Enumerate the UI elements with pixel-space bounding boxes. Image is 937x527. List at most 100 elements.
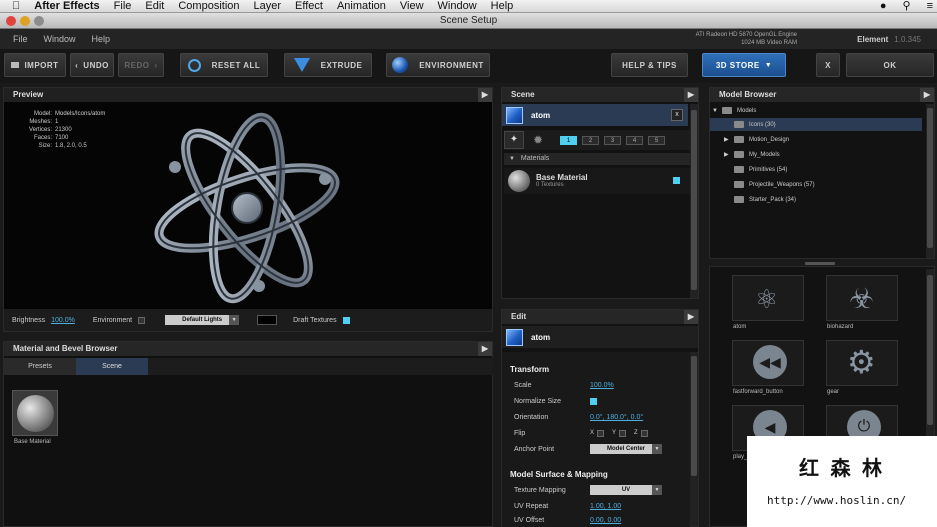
scale-label: Scale: [514, 381, 532, 389]
scene-menu-arrow-icon[interactable]: ▶: [684, 88, 698, 102]
cube-icon: [506, 328, 523, 346]
material-sphere-icon: [508, 170, 530, 192]
preview-panel: Preview ▶ Model: Models/Icons/atom Meshes…: [3, 87, 493, 332]
list-icon[interactable]: ≡: [927, 0, 933, 13]
tab-presets[interactable]: Presets: [4, 358, 76, 375]
edit-menu-arrow-icon[interactable]: ▶: [684, 310, 698, 324]
anchor-dropdown[interactable]: Model Center ▼: [590, 444, 662, 454]
tree-icons[interactable]: Icons (30): [710, 118, 922, 131]
thumb-fastforward-label: fastforward_button: [733, 389, 783, 395]
uv-offset-value[interactable]: 0.00, 0.00: [590, 517, 621, 524]
draft-textures-checkbox[interactable]: [342, 316, 350, 324]
model-browser-menu-arrow-icon[interactable]: ▶: [920, 88, 934, 102]
thumb-fastforward[interactable]: ◀◀: [732, 340, 804, 386]
tree-my-models[interactable]: ▶ My_Models: [712, 148, 780, 161]
thumbnails-scroll-thumb[interactable]: [927, 275, 933, 425]
info-meshes-key: Meshes:: [29, 119, 52, 125]
extrude-button[interactable]: EXTRUDE: [284, 53, 372, 77]
plugin-menu-window[interactable]: Window: [44, 34, 76, 44]
flip-x-checkbox[interactable]: [597, 429, 605, 437]
tree-motion-design[interactable]: ▶ Motion_Design: [712, 133, 789, 146]
ok-button[interactable]: OK: [846, 53, 934, 77]
scene-object-row[interactable]: atom x: [502, 104, 688, 126]
flip-z-label: Z: [634, 430, 638, 436]
group-4-button[interactable]: 4: [626, 135, 643, 145]
menu-edit[interactable]: Edit: [145, 0, 164, 13]
group-1-button[interactable]: 1: [560, 135, 577, 145]
scene-header: Scene ▶: [502, 88, 698, 102]
thumb-atom[interactable]: ⚛: [732, 275, 804, 321]
menu-composition[interactable]: Composition: [178, 0, 239, 13]
chevron-down-icon: ▼: [652, 444, 662, 454]
orientation-value[interactable]: 0.0°, 180.0°, 0.0°: [590, 414, 643, 421]
material-row[interactable]: Base Material 0 Textures: [504, 168, 690, 194]
uv-repeat-value[interactable]: 1.00, 1.00: [590, 503, 621, 510]
help-tips-button[interactable]: HELP & TIPS: [611, 53, 688, 77]
flip-y-checkbox[interactable]: [619, 429, 627, 437]
flip-z-checkbox[interactable]: [640, 429, 648, 437]
plugin-menu-help[interactable]: Help: [92, 34, 111, 44]
scene-object-name: atom: [531, 110, 551, 120]
material-thumb[interactable]: [12, 390, 58, 436]
3d-store-button[interactable]: 3D STORE ▼: [702, 53, 786, 77]
extrude-label: EXTRUDE: [320, 60, 363, 70]
close-button[interactable]: X: [816, 53, 840, 77]
menu-effect[interactable]: Effect: [295, 0, 323, 13]
group-2-button[interactable]: 2: [582, 135, 599, 145]
group-5-button[interactable]: 5: [648, 135, 665, 145]
model-tree-scrollbar[interactable]: [926, 104, 934, 258]
scene-scroll-thumb[interactable]: [691, 110, 697, 290]
delete-object-icon[interactable]: x: [671, 109, 683, 121]
thumb-gear[interactable]: ⚙: [826, 340, 898, 386]
anchor-value: Model Center: [606, 446, 645, 452]
menu-layer[interactable]: Layer: [254, 0, 282, 13]
material-browser-menu-arrow-icon[interactable]: ▶: [478, 342, 492, 356]
normalize-checkbox[interactable]: [590, 397, 597, 405]
edit-scroll-thumb[interactable]: [691, 356, 697, 476]
tree-starter-pack[interactable]: Starter_Pack (34): [712, 193, 796, 206]
tree-models[interactable]: ▼ Models: [712, 104, 756, 117]
thumb-biohazard[interactable]: ☣: [826, 275, 898, 321]
minimize-window-icon[interactable]: [20, 16, 30, 26]
scene-scrollbar[interactable]: [690, 104, 698, 298]
plugin-menu-file[interactable]: File: [13, 34, 28, 44]
atom-model-render[interactable]: [147, 106, 347, 306]
atom-icon: ⚛: [755, 284, 779, 314]
edit-scrollbar[interactable]: [690, 352, 698, 526]
lights-dropdown[interactable]: Default Lights ▼: [165, 315, 240, 325]
gpu-info: ATI Radeon HD 5870 OpenGL Engine 1024 MB…: [696, 31, 797, 47]
tree-projectile-weapons[interactable]: Projectile_Weapons (57): [712, 178, 815, 191]
scale-value[interactable]: 100.0%: [590, 382, 614, 389]
reset-all-button[interactable]: RESET ALL: [180, 53, 268, 77]
menu-file[interactable]: File: [114, 0, 132, 13]
close-window-icon[interactable]: [6, 16, 16, 26]
redo-button[interactable]: REDO ›: [118, 53, 164, 77]
materials-section-header[interactable]: ▼ Materials: [504, 153, 690, 165]
splitter-handle[interactable]: [805, 262, 835, 265]
texture-mapping-value: UV: [621, 487, 631, 493]
material-visibility-checkbox[interactable]: [673, 177, 680, 184]
group-dots-icon[interactable]: ✹: [528, 131, 548, 149]
menu-view[interactable]: View: [400, 0, 424, 13]
apple-icon[interactable]: : [12, 0, 20, 13]
menu-app-name[interactable]: After Effects: [34, 0, 99, 13]
tab-scene[interactable]: Scene: [76, 358, 148, 375]
model-tree-scroll-thumb[interactable]: [927, 108, 933, 248]
group-3-button[interactable]: 3: [604, 135, 621, 145]
preview-menu-arrow-icon[interactable]: ▶: [478, 88, 492, 102]
texture-mapping-dropdown[interactable]: UV ▼: [590, 485, 662, 495]
user-icon[interactable]: ●: [880, 0, 887, 13]
group-tool-icon[interactable]: ✦: [504, 131, 524, 149]
brightness-value[interactable]: 100.0%: [51, 317, 75, 324]
environment-button[interactable]: ENVIRONMENT: [386, 53, 490, 77]
color-swatch[interactable]: [257, 315, 278, 325]
menu-animation[interactable]: Animation: [337, 0, 386, 13]
undo-button[interactable]: ‹ UNDO: [70, 53, 114, 77]
menu-help[interactable]: Help: [491, 0, 514, 13]
menu-window[interactable]: Window: [438, 0, 477, 13]
environment-checkbox[interactable]: [138, 316, 146, 324]
zoom-window-icon[interactable]: [34, 16, 44, 26]
import-button[interactable]: IMPORT: [4, 53, 66, 77]
tree-primitives[interactable]: Primitives (54): [712, 163, 787, 176]
spotlight-icon[interactable]: ⚲: [903, 0, 911, 13]
